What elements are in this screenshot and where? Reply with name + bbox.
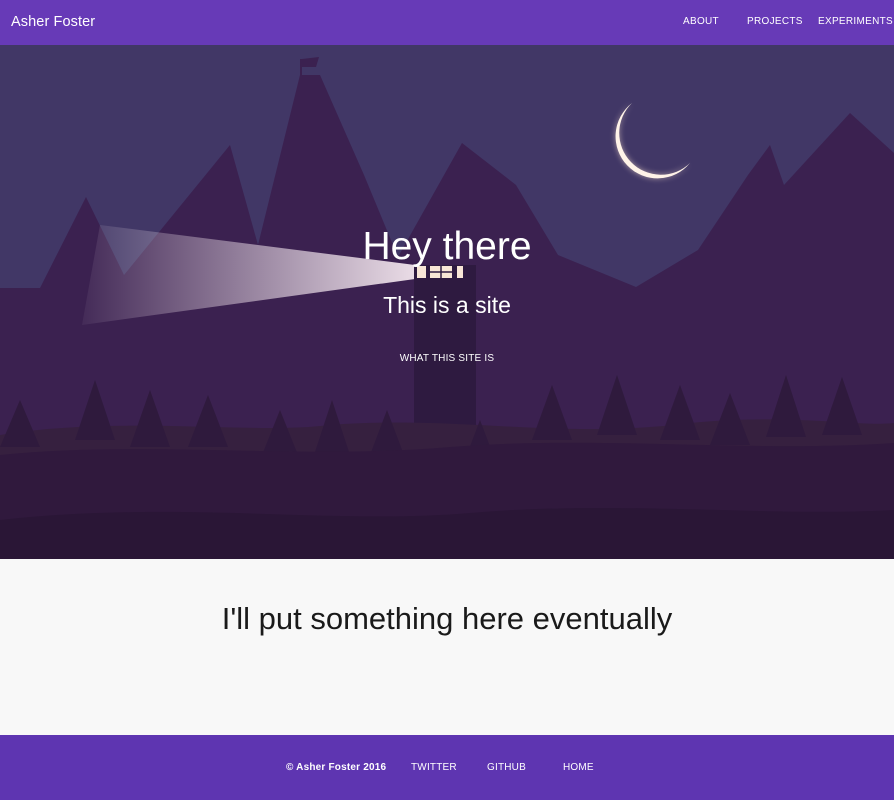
ground-bottom [0, 507, 894, 559]
footer: © Asher Foster 2016 TWITTER GITHUB HOME [0, 735, 894, 800]
site-brand[interactable]: Asher Foster [11, 14, 95, 30]
nav-experiments[interactable]: EXPERIMENTS [818, 16, 893, 27]
what-this-site-is-button[interactable]: WHAT THIS SITE IS [390, 348, 504, 370]
hero-subtitle: This is a site [383, 292, 511, 318]
nav-about[interactable]: ABOUT [683, 16, 719, 27]
footer-link-github[interactable]: GITHUB [487, 762, 526, 773]
nav-projects[interactable]: PROJECTS [747, 16, 803, 27]
footer-copyright: © Asher Foster 2016 [286, 762, 387, 773]
hero-title: Hey there [362, 225, 532, 268]
top-navbar: Asher Foster ABOUT PROJECTS EXPERIMENTS [0, 0, 894, 45]
hero-section: Hey there This is a site WHAT THIS SITE … [0, 45, 894, 559]
main-content: I'll put something here eventually [0, 559, 894, 735]
footer-link-home[interactable]: HOME [563, 762, 594, 773]
placeholder-text: I'll put something here eventually [221, 601, 673, 636]
footer-link-twitter[interactable]: TWITTER [411, 762, 457, 773]
